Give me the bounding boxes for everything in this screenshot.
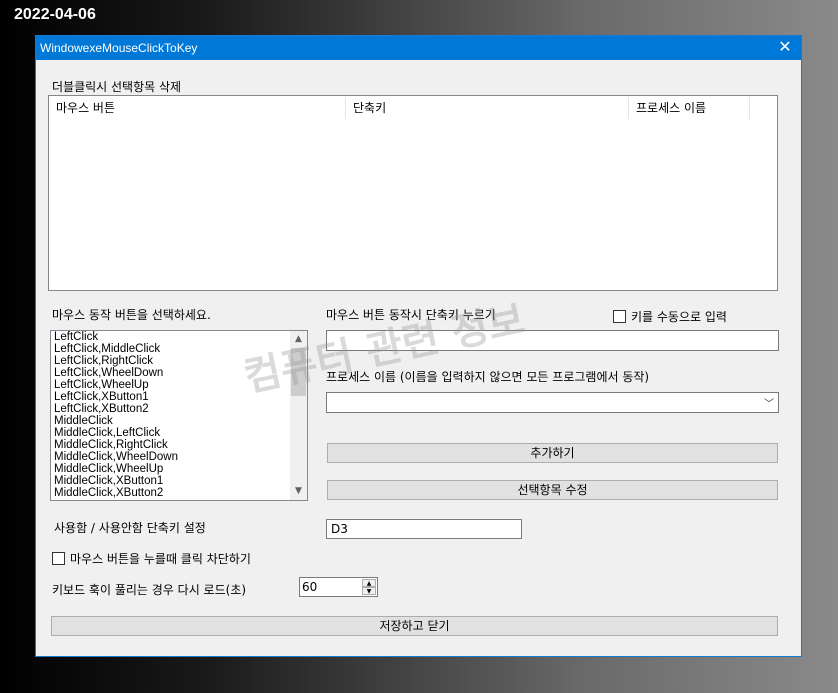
date-stamp: 2022-04-06: [14, 6, 96, 23]
reload-seconds-stepper[interactable]: 60 ▲ ▼: [299, 577, 378, 597]
mouse-action-list[interactable]: LeftClick LeftClick,MiddleClick LeftClick,…: [50, 330, 308, 501]
app-window: WindowexeMouseClickToKey ✕ 더블클릭시 선택항목 삭제…: [35, 35, 802, 657]
column-mouse-button[interactable]: 마우스 버튼: [50, 97, 346, 119]
list-item[interactable]: MiddleClick,WheelDown: [51, 451, 307, 463]
shortcut-input[interactable]: [326, 330, 779, 351]
mouse-select-label: 마우스 동작 버튼을 선택하세요.: [52, 308, 211, 322]
process-value: [327, 397, 331, 411]
list-item[interactable]: MiddleClick,RightClick: [51, 439, 307, 451]
process-label: 프로세스 이름 (이름을 입력하지 않으면 모든 프로그램에서 동작): [326, 370, 650, 384]
list-item[interactable]: MiddleClick,WheelUp: [51, 463, 307, 475]
spin-down-icon[interactable]: ▼: [362, 587, 376, 595]
list-item[interactable]: MiddleClick,LeftClick: [51, 427, 307, 439]
delete-hint-label: 더블클릭시 선택항목 삭제: [52, 80, 182, 94]
reload-value: 60: [302, 580, 318, 594]
list-item[interactable]: LeftClick,XButton2: [51, 403, 307, 415]
manual-key-checkbox[interactable]: [613, 310, 626, 323]
spin-up-icon[interactable]: ▲: [362, 579, 376, 587]
reload-label: 키보드 훅이 풀리는 경우 다시 로드(초): [52, 583, 247, 597]
list-item[interactable]: MiddleClick,XButton1: [51, 475, 307, 487]
scroll-down-icon[interactable]: ▼: [290, 483, 307, 500]
title-bar: WindowexeMouseClickToKey ✕: [36, 36, 801, 60]
list-item[interactable]: MiddleClick,XButton2: [51, 487, 307, 499]
add-button[interactable]: 추가하기: [327, 443, 778, 463]
column-process-name[interactable]: 프로세스 이름: [630, 97, 750, 119]
list-scrollbar[interactable]: ▲ ▼: [290, 331, 307, 500]
close-icon[interactable]: ✕: [769, 36, 801, 60]
list-item[interactable]: LeftClick,MiddleClick: [51, 343, 307, 355]
chevron-down-icon[interactable]: ﹀: [764, 395, 774, 410]
toggle-hotkey-label: 사용함 / 사용안함 단축키 설정: [54, 521, 206, 535]
process-combobox[interactable]: ﹀: [326, 392, 779, 413]
list-item[interactable]: LeftClick,WheelDown: [51, 367, 307, 379]
toggle-hotkey-input[interactable]: D3: [326, 519, 522, 539]
window-title: WindowexeMouseClickToKey: [40, 41, 198, 55]
manual-key-label: 키를 수동으로 입력: [631, 310, 727, 324]
scroll-up-icon[interactable]: ▲: [290, 331, 307, 348]
list-item[interactable]: LeftClick,XButton1: [51, 391, 307, 403]
list-item[interactable]: LeftClick,WheelUp: [51, 379, 307, 391]
block-click-label: 마우스 버튼을 누를때 클릭 차단하기: [70, 552, 251, 566]
scroll-thumb[interactable]: [291, 348, 306, 396]
save-and-close-button[interactable]: 저장하고 닫기: [51, 616, 778, 636]
column-shortcut[interactable]: 단축키: [347, 97, 629, 119]
mapping-list[interactable]: 마우스 버튼 단축키 프로세스 이름: [48, 95, 778, 291]
block-click-checkbox[interactable]: [52, 552, 65, 565]
shortcut-label: 마우스 버튼 동작시 단축키 누르기: [326, 308, 496, 322]
edit-selected-button[interactable]: 선택항목 수정: [327, 480, 778, 500]
list-item[interactable]: MiddleClick: [51, 415, 307, 427]
list-item[interactable]: LeftClick,RightClick: [51, 355, 307, 367]
list-item[interactable]: LeftClick: [51, 331, 307, 343]
